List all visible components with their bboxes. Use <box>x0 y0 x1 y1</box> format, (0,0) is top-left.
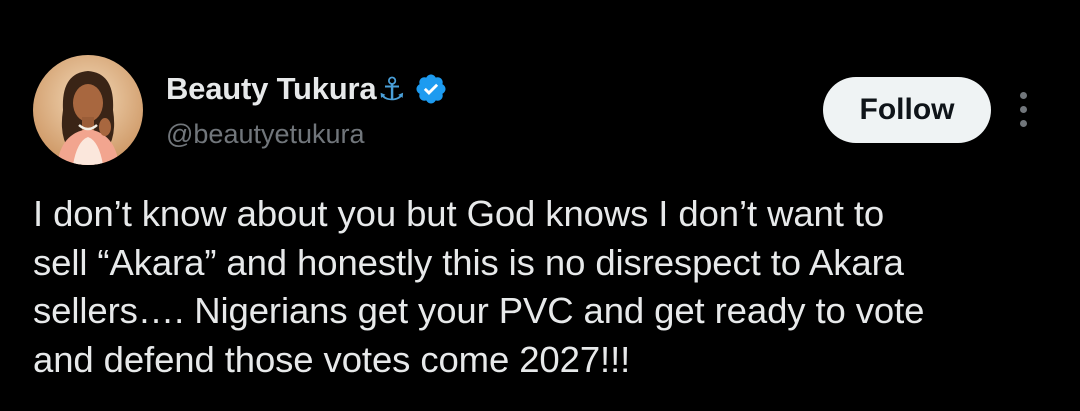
anchor-icon: ⚓ <box>377 70 407 108</box>
display-name[interactable]: Beauty Tukura <box>166 71 377 107</box>
user-handle[interactable]: @beautyetukura <box>166 119 365 150</box>
tweet-card: Beauty Tukura ⚓ @beautyetukura Follow I … <box>0 0 1080 411</box>
avatar-image <box>33 55 143 165</box>
avatar[interactable] <box>33 55 143 165</box>
more-dot <box>1020 92 1027 99</box>
more-dot <box>1020 106 1027 113</box>
name-row: Beauty Tukura ⚓ <box>166 64 448 114</box>
follow-button[interactable]: Follow <box>823 77 991 143</box>
tweet-text: I don’t know about you but God knows I d… <box>33 193 925 380</box>
more-vertical-icon[interactable] <box>1014 92 1034 132</box>
verified-badge-icon <box>416 74 446 104</box>
more-dot <box>1020 120 1027 127</box>
